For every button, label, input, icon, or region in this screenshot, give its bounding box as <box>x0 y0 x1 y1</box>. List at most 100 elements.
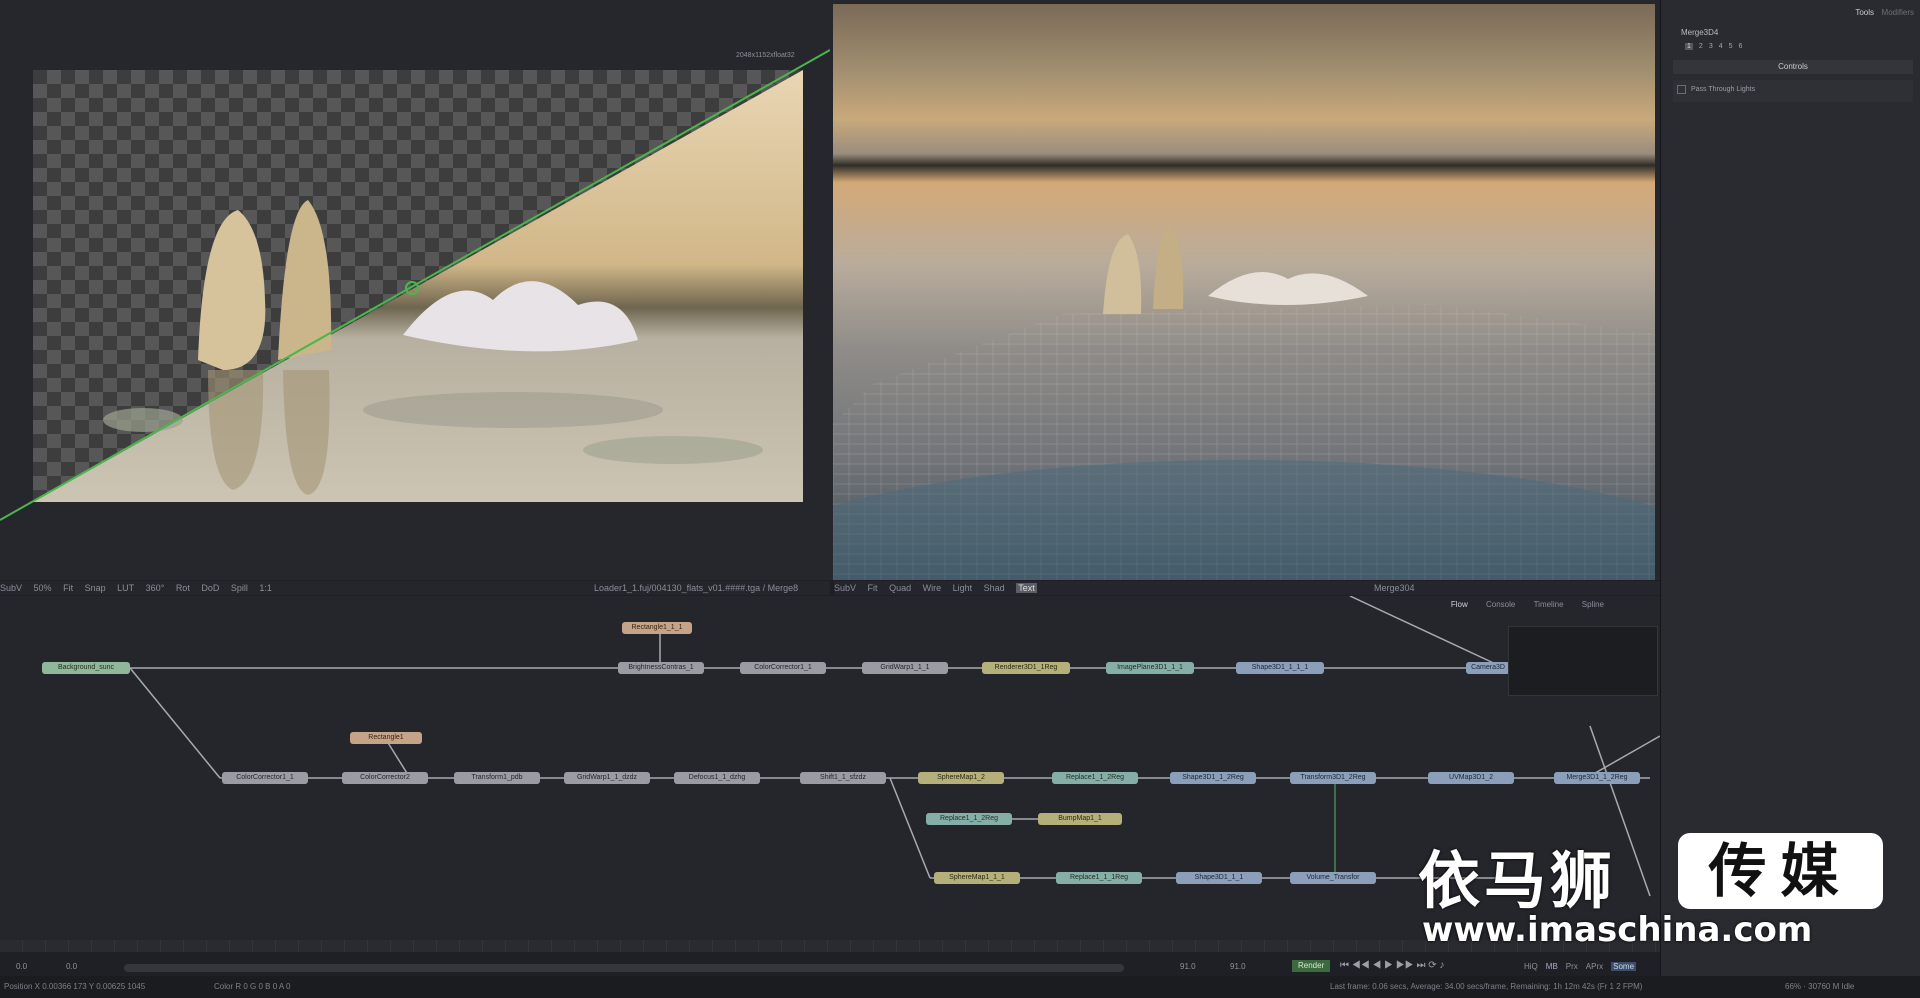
dod-button[interactable]: DoD <box>201 583 219 593</box>
right-viewer-render <box>833 4 1655 580</box>
version-buttons: 1 2 3 4 5 6 <box>1685 43 1742 50</box>
prx-toggle[interactable]: Prx <box>1566 962 1578 971</box>
node-shape3d-mid[interactable]: Shape3D1_1_2Reg <box>1170 772 1256 784</box>
navigator-minimap[interactable] <box>1508 626 1658 696</box>
spill-button[interactable]: Spill <box>231 583 248 593</box>
version-button-6[interactable]: 6 <box>1739 43 1743 50</box>
roi-button[interactable]: Rot <box>176 583 190 593</box>
node-shift[interactable]: Shift1_1_sfzdz <box>800 772 886 784</box>
node-renderer3d[interactable]: Renderer3D1_1Reg <box>982 662 1070 674</box>
text-button[interactable]: Text <box>1016 583 1037 593</box>
node-brightness[interactable]: BrightnessContras_1 <box>618 662 704 674</box>
status-bar: Position X 0.00366 173 Y 0.00625 1045 Co… <box>0 976 1920 998</box>
node-colorcorrector-mid2[interactable]: ColorCorrector2 <box>342 772 428 784</box>
current-frame-a[interactable]: 91.0 <box>1180 962 1196 971</box>
node-background[interactable]: Background_sunc <box>42 662 130 674</box>
memory-status: 66% · 30760 M Idle <box>1785 982 1855 991</box>
step-back-icon[interactable]: ◀◀ <box>1352 960 1370 971</box>
right-viewer[interactable] <box>830 0 1660 580</box>
node-imageplane[interactable]: ImagePlane3D1_1_1 <box>1106 662 1194 674</box>
lut-button[interactable]: LUT <box>117 583 134 593</box>
audio-icon[interactable]: ♪ <box>1439 960 1444 971</box>
step-forward-icon[interactable]: ▶▶ <box>1396 960 1414 971</box>
ratio-button[interactable]: 1:1 <box>259 583 272 593</box>
node-merge3d[interactable]: Merge3D1_1_2Reg <box>1554 772 1640 784</box>
watermark-chinese-box: 传媒 <box>1678 833 1883 909</box>
loop-icon[interactable]: ⟳ <box>1428 960 1436 971</box>
current-frame-b[interactable]: 91.0 <box>1230 962 1246 971</box>
node-gridwarp-top[interactable]: GridWarp1_1_1 <box>862 662 948 674</box>
node-camera3d[interactable]: Camera3D <box>1466 662 1510 674</box>
last-frame-icon[interactable]: ⏭ <box>1416 960 1425 971</box>
watermark-chinese: 依马狮 <box>1418 844 1617 917</box>
right-viewer-toolbar: SubV Fit Quad Wire Light Shad Text Merge… <box>834 581 1660 595</box>
hiq-toggle[interactable]: HiQ <box>1524 962 1538 971</box>
playback-controls: ⏮ ◀◀ ◀ ▶ ▶▶ ⏭ ⟳ ♪ <box>1340 960 1444 971</box>
quality-toggles: HiQ MB Prx APrx Some <box>1524 962 1637 971</box>
aprx-toggle[interactable]: APrx <box>1586 962 1603 971</box>
fit-button[interactable]: Fit <box>63 583 73 593</box>
version-button-5[interactable]: 5 <box>1729 43 1733 50</box>
left-viewer[interactable]: 2048x1152xfloat32 <box>0 0 830 580</box>
node-volume-transform[interactable]: Volume_Transfor <box>1290 872 1376 884</box>
node-transform3d[interactable]: Transform3D1_2Reg <box>1290 772 1376 784</box>
node-rectangle-mid[interactable]: Rectangle1 <box>350 732 422 744</box>
node-gridwarp-mid[interactable]: GridWarp1_1_dzdz <box>564 772 650 784</box>
time-slider[interactable] <box>124 964 1124 972</box>
node-defocus[interactable]: Defocus1_1_dzhg <box>674 772 760 784</box>
loader-path: Loader1_1.fuj/004130_flats_v01.####.tga … <box>594 581 830 595</box>
merge-title: Merge304 <box>1374 583 1415 593</box>
first-frame-icon[interactable]: ⏮ <box>1340 960 1349 971</box>
inspector-node-name: Merge3D4 <box>1681 28 1719 37</box>
position-readout: Position X 0.00366 173 Y 0.00625 1045 <box>4 982 146 991</box>
split-wipe-line[interactable] <box>0 40 830 540</box>
reverse-play-icon[interactable]: ◀ <box>1372 960 1381 971</box>
render-button[interactable]: Render <box>1292 960 1331 972</box>
version-button-4[interactable]: 4 <box>1719 43 1723 50</box>
color-readout: Color R 0 G 0 B 0 A 0 <box>214 982 291 991</box>
node-spheremap-mid[interactable]: SphereMap1_2 <box>918 772 1004 784</box>
timeline-bar[interactable]: 0.0 0.0 91.0 91.0 Render ⏮ ◀◀ ◀ ▶ ▶▶ ⏭ ⟳… <box>0 940 1660 976</box>
version-button-1[interactable]: 1 <box>1685 43 1693 50</box>
some-toggle[interactable]: Some <box>1611 962 1637 971</box>
node-rectangle-top[interactable]: Rectangle1_1_1 <box>622 622 692 634</box>
node-replace-bottom[interactable]: Replace1_1_1Reg <box>1056 872 1142 884</box>
watermark-url: www.imaschina.com <box>1422 910 1813 950</box>
tab-tools[interactable]: Tools <box>1855 8 1874 17</box>
pass-through-checkbox[interactable] <box>1677 85 1686 94</box>
node-transform[interactable]: Transform1_pdb <box>454 772 540 784</box>
mb-toggle[interactable]: MB <box>1546 962 1558 971</box>
version-button-2[interactable]: 2 <box>1699 43 1703 50</box>
tab-modifiers[interactable]: Modifiers <box>1882 8 1914 17</box>
node-replace-mid[interactable]: Replace1_1_2Reg <box>1052 772 1138 784</box>
node-colorcorrector-top[interactable]: ColorCorrector1_1 <box>740 662 826 674</box>
snap-button[interactable]: Snap <box>85 583 106 593</box>
fit-button-right[interactable]: Fit <box>868 583 878 593</box>
right-viewer-image <box>833 4 1655 580</box>
node-connections <box>129 596 1660 897</box>
zoom-dropdown[interactable]: 50% <box>34 583 52 593</box>
subv-button-right[interactable]: SubV <box>834 583 856 593</box>
quad-button[interactable]: Quad <box>889 583 911 593</box>
light-button[interactable]: Light <box>953 583 973 593</box>
node-uvmap3d[interactable]: UVMap3D1_2 <box>1428 772 1514 784</box>
render-start[interactable]: 0.0 <box>16 962 27 971</box>
node-spheremap-bottom[interactable]: SphereMap1_1_1 <box>934 872 1020 884</box>
node-shape3d-bottom[interactable]: Shape3D1_1_1 <box>1176 872 1262 884</box>
rotation-button[interactable]: 360° <box>146 583 165 593</box>
play-icon[interactable]: ▶ <box>1384 960 1393 971</box>
node-replace-low[interactable]: Replace1_1_2Reg <box>926 813 1012 825</box>
node-bumpmap[interactable]: BumpMap1_1 <box>1038 813 1122 825</box>
version-button-3[interactable]: 3 <box>1709 43 1713 50</box>
controls-section[interactable]: Controls <box>1673 60 1913 74</box>
global-start[interactable]: 0.0 <box>66 962 77 971</box>
time-ruler[interactable] <box>0 940 1660 952</box>
node-shape3d-top[interactable]: Shape3D1_1_1_1 <box>1236 662 1324 674</box>
pass-through-label: Pass Through Lights <box>1691 86 1756 93</box>
shadow-button[interactable]: Shad <box>984 583 1005 593</box>
node-editor[interactable]: Flow Console Timeline Spline Background_… <box>0 596 1660 940</box>
wire-button[interactable]: Wire <box>923 583 942 593</box>
node-colorcorrector-mid1[interactable]: ColorCorrector1_1 <box>222 772 308 784</box>
render-stats: Last frame: 0.06 secs, Average: 34.00 se… <box>1330 982 1643 991</box>
subv-button[interactable]: SubV <box>0 583 22 593</box>
